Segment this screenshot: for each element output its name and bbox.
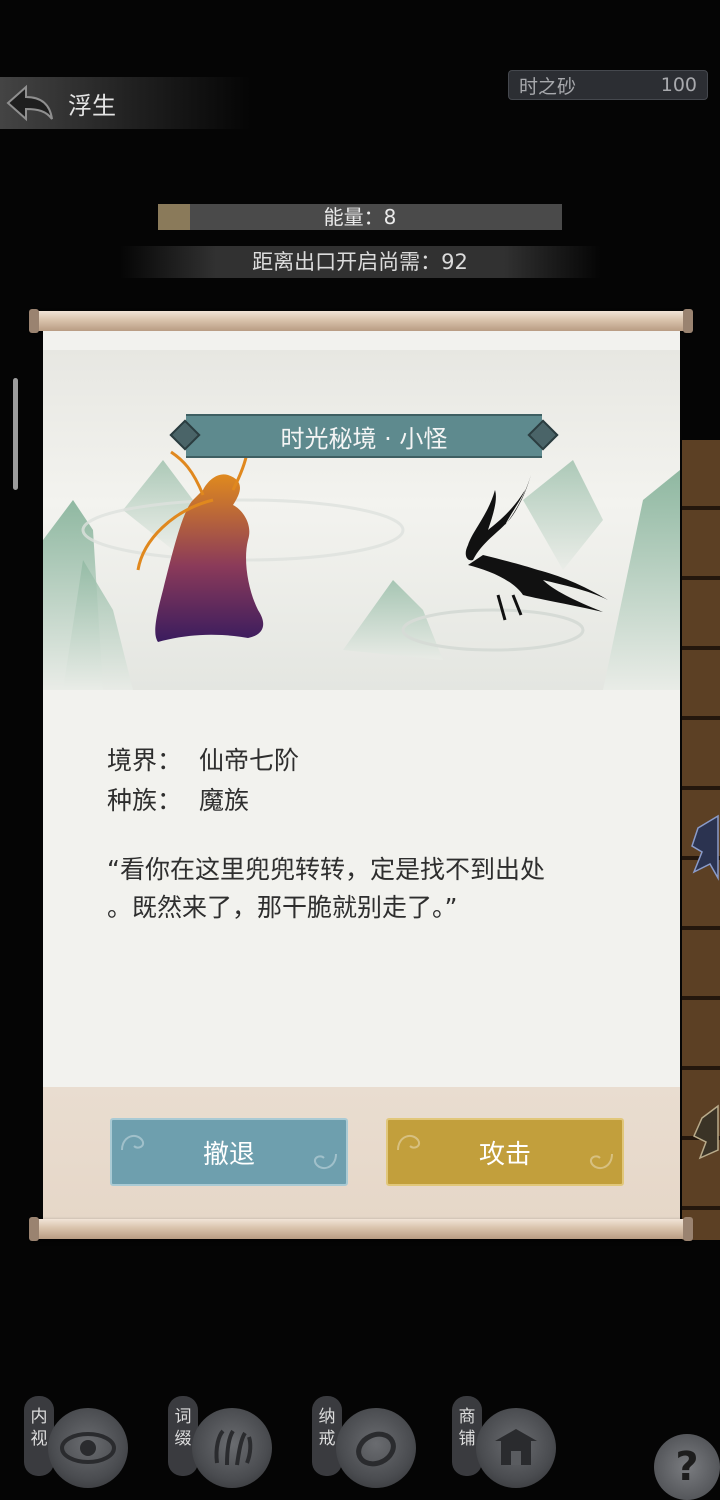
dialog-footer: 撤退 攻击: [43, 1087, 680, 1219]
scroll-bottom-rod: [29, 1217, 693, 1241]
enemy-info: 境界： 仙帝七阶 种族： 魔族: [107, 741, 299, 821]
monster-silhouette-icon: [693, 1104, 719, 1160]
nav-storage-ring[interactable]: 纳戒: [312, 1396, 432, 1492]
energy-text: 能量：8: [323, 205, 397, 229]
eye-icon: [48, 1408, 128, 1488]
nav-shop[interactable]: 商铺: [452, 1396, 572, 1492]
currency-label: 时之砂: [519, 75, 577, 98]
page-title: 浮生: [68, 91, 116, 120]
help-button[interactable]: ?: [654, 1434, 720, 1500]
monster-silhouette-icon: [691, 814, 719, 881]
realm-label: 境界：: [107, 746, 183, 775]
dialog-title: 时光秘境 · 小怪: [169, 414, 559, 458]
nav-inner-view[interactable]: 内视: [24, 1396, 144, 1492]
retreat-label: 撤退: [202, 1139, 255, 1170]
attack-label: 攻击: [478, 1139, 531, 1170]
race-label: 种族：: [107, 786, 183, 815]
retreat-button[interactable]: 撤退: [110, 1118, 348, 1186]
back-arrow-icon[interactable]: [0, 77, 60, 129]
exit-countdown: 距离出口开启尚需：92: [120, 246, 600, 278]
cloud-swirl-icon: [121, 1134, 144, 1151]
dialog-title-text: 时光秘境 · 小怪: [280, 424, 448, 453]
nav-affix[interactable]: 词缀: [168, 1396, 288, 1492]
ring-icon: [336, 1408, 416, 1488]
quote-line: “看你在这里兜兜转转，定是找不到出处: [107, 855, 545, 884]
cloud-swirl-icon: [397, 1134, 420, 1151]
landscape-icon: [43, 424, 680, 690]
race-value: 魔族: [199, 786, 250, 815]
energy-bar: 能量：8: [158, 204, 562, 230]
scroll-top-rod: [29, 309, 693, 333]
realm-value: 仙帝七阶: [199, 746, 300, 775]
realm-row: 境界： 仙帝七阶: [107, 741, 299, 781]
encounter-illustration: 时光秘境 · 小怪: [43, 350, 680, 690]
attack-button[interactable]: 攻击: [386, 1118, 624, 1186]
cloud-swirl-icon: [314, 1153, 337, 1170]
enemy-quote: “看你在这里兜兜转转，定是找不到出处 。既然来了，那干脆就别走了。”: [107, 851, 627, 927]
currency-value: 100: [660, 74, 697, 96]
time-sand-counter: 时之砂 100: [508, 70, 708, 100]
encounter-dialog: 时光秘境 · 小怪 境界： 仙帝七阶 种族： 魔族 “看你在这里兜兜转转，定是找…: [43, 331, 680, 1219]
back-bar[interactable]: 浮生: [0, 77, 250, 129]
shop-icon: [476, 1408, 556, 1488]
claw-icon: [192, 1408, 272, 1488]
scroll-indicator: [13, 378, 18, 490]
cloud-swirl-icon: [590, 1153, 613, 1170]
race-row: 种族： 魔族: [107, 781, 299, 821]
quote-line: 。既然来了，那干脆就别走了。”: [107, 893, 458, 922]
